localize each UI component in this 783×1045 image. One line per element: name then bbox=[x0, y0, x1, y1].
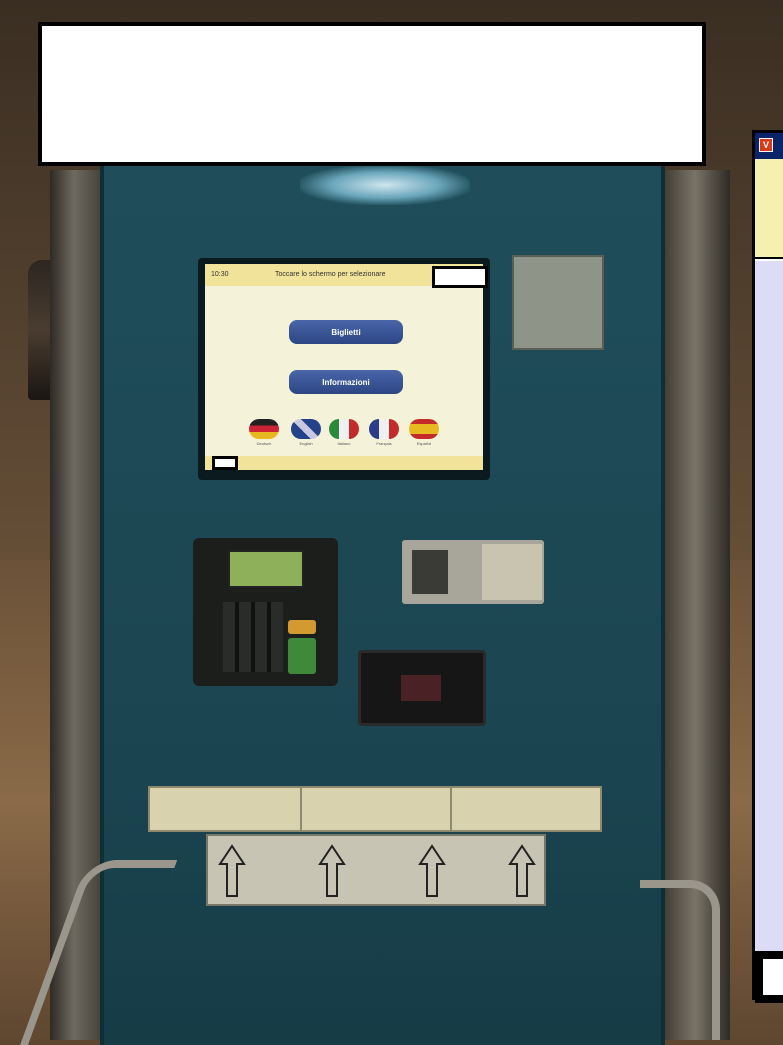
redaction-box bbox=[38, 22, 706, 166]
window-body bbox=[755, 261, 783, 951]
divider bbox=[300, 788, 302, 830]
info-button[interactable]: Informazioni bbox=[289, 370, 403, 394]
machine-top-light bbox=[300, 165, 470, 205]
up-arrow-icon bbox=[418, 844, 446, 898]
redaction-box bbox=[432, 266, 488, 288]
output-slot-plate bbox=[206, 834, 546, 906]
redaction-box bbox=[212, 456, 238, 470]
tickets-button[interactable]: Biglietti bbox=[289, 320, 403, 344]
accepted-payments-panel bbox=[482, 544, 542, 600]
language-french-flag-icon[interactable]: Français bbox=[369, 419, 399, 446]
language-label: Français bbox=[376, 441, 392, 446]
screen-time: 10:30 bbox=[211, 271, 229, 278]
language-label: Deutsch bbox=[256, 441, 272, 446]
window-footer-box[interactable] bbox=[763, 959, 783, 995]
dispenser-light bbox=[401, 675, 441, 701]
instruction-sticker bbox=[512, 255, 604, 350]
window-footer bbox=[755, 951, 783, 1003]
card-reader-pinpad[interactable] bbox=[193, 538, 338, 686]
pinpad-correct-key[interactable] bbox=[288, 620, 316, 634]
pinpad-keys[interactable] bbox=[223, 602, 283, 672]
language-spanish-flag-icon[interactable]: Español bbox=[409, 419, 439, 446]
screen-footer bbox=[205, 456, 483, 470]
language-label: Español bbox=[416, 441, 432, 446]
up-arrow-icon bbox=[218, 844, 246, 898]
app-icon: V bbox=[759, 138, 773, 152]
pinpad-confirm-key[interactable] bbox=[288, 638, 316, 674]
language-english-flag-icon[interactable]: English bbox=[291, 419, 321, 446]
payment-labels-strip bbox=[148, 786, 602, 832]
language-italian-flag-icon[interactable]: Italiano bbox=[329, 419, 359, 446]
language-german-flag-icon[interactable]: Deutsch bbox=[249, 419, 279, 446]
window-titlebar[interactable]: V bbox=[755, 133, 783, 159]
overlay-window[interactable]: V bbox=[752, 130, 783, 1003]
up-arrow-icon bbox=[508, 844, 536, 898]
window-toolbar bbox=[755, 159, 783, 259]
pinpad-display bbox=[228, 550, 304, 588]
divider bbox=[450, 788, 452, 830]
language-label: Italiano bbox=[337, 441, 351, 446]
language-label: English bbox=[299, 441, 313, 446]
screen-title: Toccare lo schermo per selezionare bbox=[275, 271, 386, 278]
cash-acceptor[interactable] bbox=[402, 540, 544, 604]
photo-scene: 10:30 Toccare lo schermo per selezionare… bbox=[0, 0, 783, 1045]
coin-slot[interactable] bbox=[412, 550, 448, 594]
up-arrow-icon bbox=[318, 844, 346, 898]
ticket-dispenser[interactable] bbox=[358, 650, 486, 726]
touchscreen[interactable]: 10:30 Toccare lo schermo per selezionare… bbox=[205, 264, 483, 470]
right-handrail bbox=[640, 880, 720, 1040]
